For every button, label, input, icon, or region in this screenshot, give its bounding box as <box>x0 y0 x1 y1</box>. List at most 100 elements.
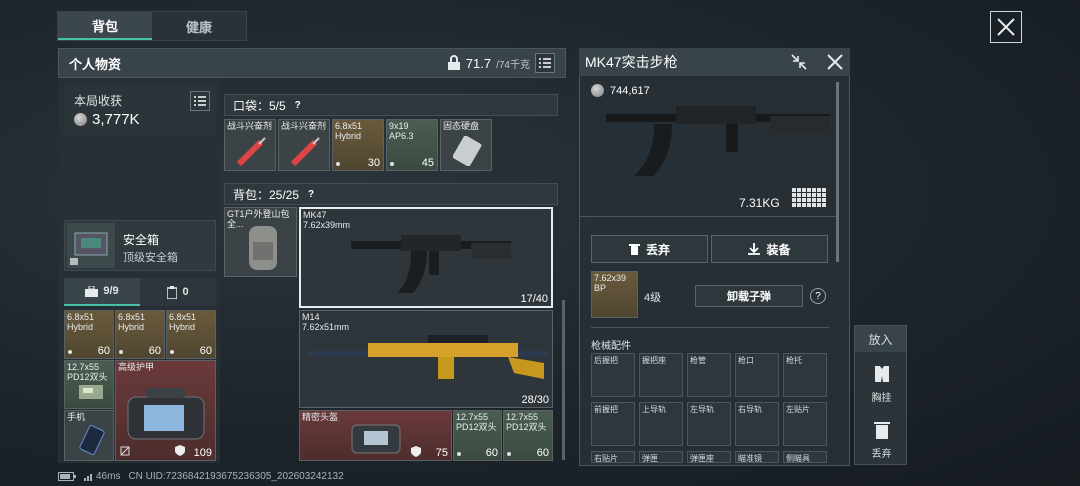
slot-right-rail[interactable]: 右导轨 <box>735 402 779 446</box>
inventory-header: 个人物资 71.7/74千克 <box>58 48 566 78</box>
slot-label: 枪托 <box>786 356 802 365</box>
item-armor[interactable]: 高级护甲 109 <box>115 360 216 461</box>
detail-divider <box>580 216 836 217</box>
toolbox-icon <box>85 285 99 297</box>
discard-label: 丢弃 <box>645 242 670 257</box>
pocket-item-stim-2[interactable]: 战斗兴奋剂 <box>278 119 330 171</box>
item-title: 6.8x51 Hybrid <box>169 312 197 332</box>
side-discard-button[interactable]: 丢弃 <box>855 420 908 460</box>
slot-magazine-mount[interactable]: 弹匣座 <box>687 451 731 463</box>
detail-value: 744,617 <box>610 84 650 97</box>
loaded-ammo[interactable]: 7.62x39 BP <box>591 271 638 318</box>
weapon-m14[interactable]: M14 7.62x51mm 28/30 <box>299 310 553 408</box>
backpack-name: GT1户外登山包 <box>227 209 290 219</box>
coin-icon <box>74 113 87 126</box>
slot-magazine[interactable]: 弹匣 <box>639 451 683 463</box>
discard-button[interactable]: 丢弃 <box>591 235 708 263</box>
slot-top-rail[interactable]: 上导轨 <box>639 402 683 446</box>
earnings-value-row: 3,777K <box>74 111 140 128</box>
slot-stock[interactable]: 枪托 <box>783 353 827 397</box>
safe-box-image <box>67 223 115 268</box>
detail-scrollbar[interactable] <box>836 82 839 262</box>
side-action-bar: 放入 胸挂 丢弃 <box>854 325 907 465</box>
item-helmet-case[interactable]: 精密头盔 75 <box>299 410 452 461</box>
item-ammo-68-3[interactable]: 6.8x51 Hybrid 60 <box>166 310 216 359</box>
download-icon <box>748 243 761 255</box>
ping-value: 46ms <box>96 471 121 482</box>
item-title: 固态硬盘 <box>443 121 480 131</box>
unload-ammo-button[interactable]: 卸载子弹 <box>695 285 803 307</box>
item-phone[interactable]: 手机 <box>64 410 114 461</box>
pocket-item-stim-1[interactable]: 战斗兴奋剂 <box>224 119 276 171</box>
slot-side-sight[interactable]: 侧瞄具 <box>783 451 827 463</box>
coin-icon <box>591 84 604 97</box>
ammo-box-icon <box>79 385 103 399</box>
pocket-help[interactable]: ? <box>292 99 304 111</box>
tab-card-holder[interactable]: 0 <box>140 278 216 306</box>
pocket-item-ssd[interactable]: 固态硬盘 <box>440 119 492 171</box>
slot-front-grip[interactable]: 前握把 <box>591 402 635 446</box>
item-count: 60 <box>536 447 549 459</box>
close-button[interactable] <box>990 11 1022 43</box>
slot-label: 枪口 <box>738 356 754 365</box>
detail-weight: 7.31KG <box>739 196 780 210</box>
syringe-icon <box>290 137 320 167</box>
ammo-title: 7.62x39 BP <box>594 273 627 293</box>
vest-button[interactable]: 胸挂 <box>855 364 908 404</box>
slot-left-patch[interactable]: 左贴片 <box>783 402 827 446</box>
durability-shield-icon <box>411 446 421 457</box>
earnings-card: 本局收获 3,777K <box>64 84 216 136</box>
attachments-divider <box>591 327 829 328</box>
attachments-label: 枪械配件 <box>591 341 631 352</box>
slot-scope[interactable]: 瞄准镜 <box>735 451 779 463</box>
earnings-list-button[interactable] <box>190 91 210 111</box>
tab-card-holder-count: 0 <box>182 286 189 298</box>
tab-health[interactable]: 健康 <box>152 12 246 40</box>
item-dot <box>390 162 394 166</box>
grid-size-icon <box>792 188 826 207</box>
weapon-mk47[interactable]: MK47 7.62x39mm 17/40 <box>299 207 553 308</box>
tab-toolbox[interactable]: 9/9 <box>64 278 140 306</box>
slot-muzzle[interactable]: 枪口 <box>735 353 779 397</box>
slot-grip-mount[interactable]: 握把座 <box>639 353 683 397</box>
card-holder-icon <box>167 285 178 299</box>
inventory-list-button[interactable] <box>535 53 555 73</box>
detail-rifle-image <box>606 106 830 176</box>
item-ammo-127[interactable]: 12.7x55 PD12双头 <box>64 360 114 409</box>
item-ammo-68-1[interactable]: 6.8x51 Hybrid 60 <box>64 310 114 359</box>
slot-barrel[interactable]: 枪管 <box>687 353 731 397</box>
weapon-name: MK47 <box>303 210 327 220</box>
pocket-item-ammo-9x19[interactable]: 9x19 AP6.3 45 <box>386 119 438 171</box>
slot-right-patch[interactable]: 右贴片 <box>591 451 635 463</box>
pocket-item-ammo-68[interactable]: 6.8x51 Hybrid 30 <box>332 119 384 171</box>
item-count: 60 <box>199 345 212 357</box>
equip-button[interactable]: 装备 <box>711 235 828 263</box>
unload-help[interactable]: ? <box>810 288 826 304</box>
item-ammo-127-b[interactable]: 12.7x55 PD12双头 60 <box>503 410 553 461</box>
slot-rear-grip[interactable]: 后握把 <box>591 353 635 397</box>
tab-backpack[interactable]: 背包 <box>58 12 152 40</box>
inventory-title: 个人物资 <box>69 56 122 72</box>
ammo-level: 4级 <box>644 292 662 304</box>
backpack-scrollbar[interactable] <box>562 300 565 460</box>
slot-label: 上导轨 <box>642 405 666 414</box>
broken-icon <box>120 446 130 456</box>
backpack-item[interactable]: GT1户外登山包 全... <box>224 207 297 277</box>
slot-label: 弹匣座 <box>690 454 714 463</box>
safe-box-slot[interactable]: 安全箱 顶级安全箱 <box>64 220 216 271</box>
earnings-label: 本局收获 <box>74 94 123 108</box>
item-ammo-127-a[interactable]: 12.7x55 PD12双头 60 <box>453 410 502 461</box>
item-title: 精密头盔 <box>302 412 339 422</box>
detail-close-icon[interactable] <box>826 53 844 71</box>
item-title: 6.8x51 Hybrid <box>118 312 146 332</box>
item-ammo-68-2[interactable]: 6.8x51 Hybrid 60 <box>115 310 165 359</box>
slot-left-rail[interactable]: 左导轨 <box>687 402 731 446</box>
backpack-help[interactable]: ? <box>305 188 317 200</box>
collapse-icon[interactable] <box>790 53 808 71</box>
item-count: 60 <box>485 447 498 459</box>
ping-readout: 46ms <box>84 471 120 482</box>
item-title: 战斗兴奋剂 <box>227 121 273 131</box>
put-button[interactable]: 放入 <box>855 326 906 352</box>
item-title: 6.8x51 Hybrid <box>335 121 363 141</box>
item-dot <box>507 452 511 456</box>
